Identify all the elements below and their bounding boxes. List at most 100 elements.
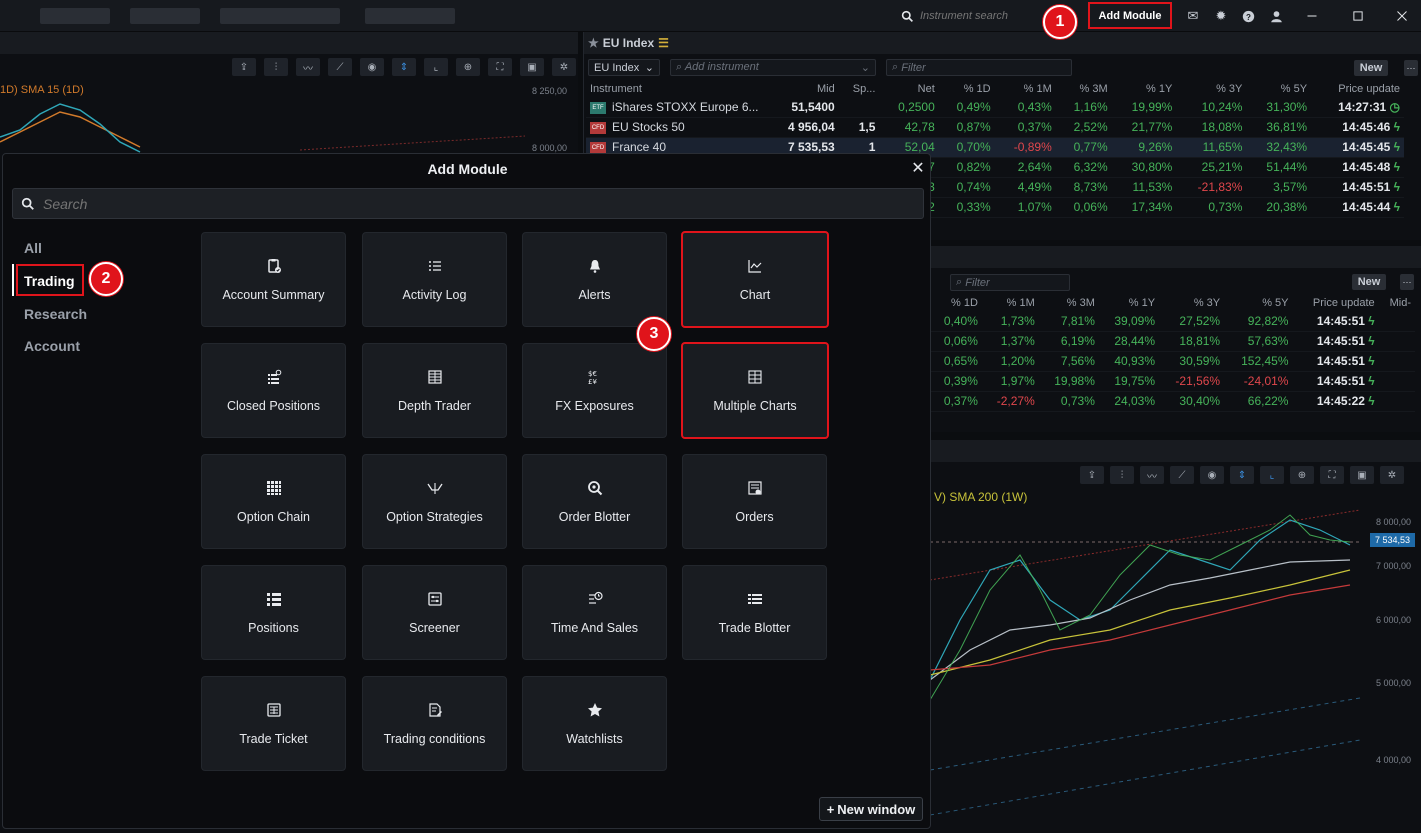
zoom-icon[interactable]: ⊕	[1290, 466, 1314, 484]
cell-value: 0,87%	[956, 120, 991, 134]
eye-icon[interactable]: ◉	[360, 58, 384, 76]
table-row[interactable]: 0,06% 1,37% 6,19% 28,44% 18,81% 57,63% 14:45:5…	[930, 331, 1415, 352]
column-header[interactable]: Net	[879, 80, 938, 97]
cell-value: 0,37%	[1017, 120, 1052, 134]
draw-line-icon[interactable]: ⟋	[328, 58, 352, 76]
category-account[interactable]: Account	[24, 338, 80, 354]
module-tile-trading-conditions[interactable]: Trading conditions	[362, 676, 507, 771]
module-tile-multiple-charts[interactable]: Multiple Charts	[681, 342, 829, 439]
fullscreen-icon[interactable]: ⛶	[488, 58, 512, 76]
more-icon[interactable]: ⋯	[1400, 274, 1414, 290]
crosshair-icon[interactable]: ⇕	[1230, 466, 1254, 484]
module-tile-chart[interactable]: Chart	[681, 231, 829, 328]
minimize-icon[interactable]	[1304, 8, 1320, 24]
trend-icon[interactable]: ⌞	[1260, 466, 1284, 484]
mail-icon[interactable]: ✉	[1185, 8, 1201, 24]
gear-icon[interactable]: ✲	[1380, 466, 1404, 484]
category-trading[interactable]: Trading	[24, 273, 75, 289]
module-search[interactable]	[12, 188, 924, 219]
gear-icon[interactable]: ✲	[552, 58, 576, 76]
column-header[interactable]: % 1M	[982, 294, 1039, 311]
module-tile-screener[interactable]: Screener	[362, 565, 507, 660]
camera-icon[interactable]: ▣	[1350, 466, 1374, 484]
module-tile-closed-positions[interactable]: Closed Positions	[201, 343, 346, 438]
close-icon[interactable]: ✕	[910, 161, 926, 177]
column-header[interactable]: % 3M	[1039, 294, 1099, 311]
column-header[interactable]: % 1Y	[1099, 294, 1159, 311]
add-module-button[interactable]: Add Module	[1088, 2, 1172, 29]
column-header[interactable]: % 1Y	[1112, 80, 1177, 97]
live-icon: ϟ	[1390, 180, 1400, 194]
user-icon[interactable]	[1268, 8, 1284, 24]
column-header[interactable]: % 1M	[995, 80, 1056, 97]
new-button[interactable]: New	[1354, 60, 1388, 76]
module-tile-alerts[interactable]: Alerts	[522, 232, 667, 327]
column-header[interactable]: % 3M	[1056, 80, 1112, 97]
module-tile-activity-log[interactable]: Activity Log	[362, 232, 507, 327]
cell-value: 14:45:22	[1316, 394, 1365, 408]
camera-icon[interactable]: ▣	[520, 58, 544, 76]
indicator-icon[interactable]: 〰	[1140, 466, 1164, 484]
lightbulb-icon[interactable]: ✹	[1213, 8, 1229, 24]
indicator-icon[interactable]: 〰	[296, 58, 320, 76]
crosshair-icon[interactable]: ⇕	[392, 58, 416, 76]
table-row[interactable]: 0,39% 1,97% 19,98% 19,75% -21,56% -24,01% 14:4…	[930, 371, 1415, 392]
module-tile-trade-ticket[interactable]: Trade Ticket	[201, 676, 346, 771]
module-tile-account-summary[interactable]: Account Summary	[201, 232, 346, 327]
module-tile-option-chain[interactable]: Option Chain	[201, 454, 346, 549]
column-header[interactable]: Instrument	[586, 80, 766, 97]
column-header[interactable]: % 1D	[930, 294, 982, 311]
new-window-button[interactable]: + New window	[819, 797, 923, 821]
module-tile-time-and-sales[interactable]: Time And Sales	[522, 565, 667, 660]
candles-icon[interactable]: ⫶	[1110, 466, 1134, 484]
module-tile-option-strategies[interactable]: Option Strategies	[362, 454, 507, 549]
star-icon[interactable]: ★	[588, 36, 599, 50]
module-tile-positions[interactable]: Positions	[201, 565, 346, 660]
column-header[interactable]: Mid	[766, 80, 839, 97]
candles-icon[interactable]: ⫶	[264, 58, 288, 76]
column-header[interactable]: Price update	[1311, 80, 1404, 97]
fullscreen-icon[interactable]: ⛶	[1320, 466, 1344, 484]
more-icon[interactable]: ⋯	[1404, 60, 1418, 76]
module-tile-fx-exposures[interactable]: $€ £¥ FX Exposures	[522, 343, 667, 438]
new-button[interactable]: New	[1352, 274, 1386, 290]
column-header[interactable]: % 5Y	[1224, 294, 1292, 311]
column-header[interactable]: Price update	[1292, 294, 1378, 311]
menu-icon[interactable]: ☰	[658, 36, 669, 50]
instrument-search-input[interactable]	[920, 10, 1040, 22]
module-tile-depth-trader[interactable]: Depth Trader	[362, 343, 507, 438]
filter-input[interactable]: ⌕ Filter	[950, 274, 1070, 291]
instrument-search[interactable]	[897, 7, 1047, 25]
table-row[interactable]: ETF iShares STOXX Europe 6... 51,5400 0,250…	[586, 97, 1404, 118]
close-icon[interactable]	[1394, 8, 1410, 24]
column-header[interactable]: % 3Y	[1159, 294, 1224, 311]
column-header[interactable]: % 3Y	[1176, 80, 1246, 97]
list-select[interactable]: EU Index ⌄	[588, 59, 660, 76]
module-tile-watchlists[interactable]: Watchlists	[522, 676, 667, 771]
column-header[interactable]: % 1D	[939, 80, 995, 97]
category-all[interactable]: All	[24, 240, 42, 256]
draw-line-icon[interactable]: ⟋	[1170, 466, 1194, 484]
trend-icon[interactable]: ⌞	[424, 58, 448, 76]
zoom-icon[interactable]: ⊕	[456, 58, 480, 76]
table-row[interactable]: 0,37% -2,27% 0,73% 24,03% 30,40% 66,22% 14:45:…	[930, 391, 1415, 412]
help-icon[interactable]: ?	[1240, 8, 1256, 24]
maximize-icon[interactable]	[1350, 8, 1366, 24]
table-row[interactable]: CFD EU Stocks 50 4 956,04 1,5 42,78 0,87% 0,37…	[586, 117, 1404, 138]
cell-value: 0,65%	[943, 354, 978, 368]
category-research[interactable]: Research	[24, 306, 87, 322]
module-search-input[interactable]	[43, 195, 903, 212]
module-tile-orders[interactable]: Orders	[682, 454, 827, 549]
eye-icon[interactable]: ◉	[1200, 466, 1224, 484]
column-header[interactable]: % 5Y	[1246, 80, 1311, 97]
column-header[interactable]: Sp...	[839, 80, 880, 97]
share-icon[interactable]: ⇪	[232, 58, 256, 76]
add-instrument-input[interactable]: ⌕ Add instrument ⌄	[670, 59, 876, 76]
filter-input[interactable]: ⌕ Filter	[886, 59, 1072, 76]
column-header[interactable]: Mid-	[1379, 294, 1415, 311]
table-row[interactable]: 0,40% 1,73% 7,81% 39,09% 27,52% 92,82% 14:45:5…	[930, 311, 1415, 332]
table-row[interactable]: 0,65% 1,20% 7,56% 40,93% 30,59% 152,45% 14:45:…	[930, 351, 1415, 372]
module-tile-order-blotter[interactable]: Order Blotter	[522, 454, 667, 549]
module-tile-trade-blotter[interactable]: Trade Blotter	[682, 565, 827, 660]
share-icon[interactable]: ⇪	[1080, 466, 1104, 484]
